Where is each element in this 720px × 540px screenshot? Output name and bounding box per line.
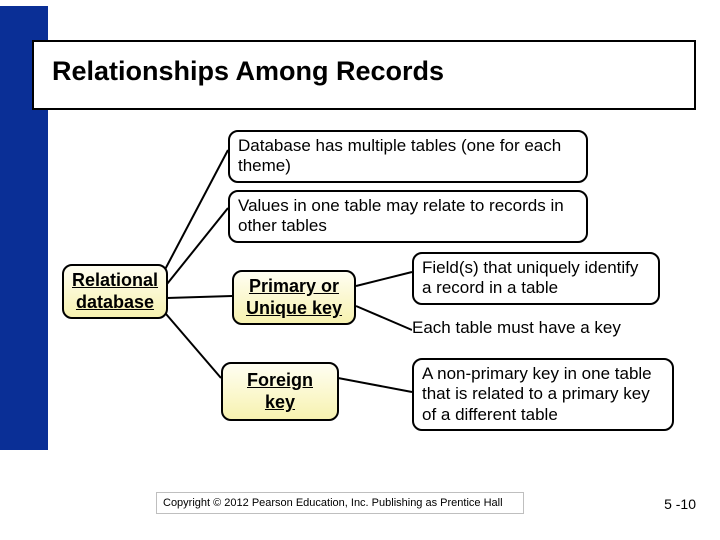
box-primary-key: Primary or Unique key <box>232 270 356 325</box>
copyright-footer: Copyright © 2012 Pearson Education, Inc.… <box>156 492 524 514</box>
page-number: 5 -10 <box>664 496 696 512</box>
box-field-unique: Field(s) that uniquely identify a record… <box>412 252 660 305</box>
diagram-canvas: Database has multiple tables (one for ea… <box>0 0 720 540</box>
box-foreign-key: Foreign key <box>221 362 339 421</box>
box-must-have-key: Each table must have a key <box>412 316 674 340</box>
primary-key-line1: Primary or <box>249 276 339 296</box>
box-values-relate: Values in one table may relate to record… <box>228 190 588 243</box>
relational-db-line1: Relational <box>72 270 158 290</box>
box-multiple-tables: Database has multiple tables (one for ea… <box>228 130 588 183</box>
relational-db-line2: database <box>76 292 154 312</box>
box-relational-database: Relational database <box>62 264 168 319</box>
box-nonprimary: A non-primary key in one table that is r… <box>412 358 674 431</box>
primary-key-line2: Unique key <box>246 298 342 318</box>
